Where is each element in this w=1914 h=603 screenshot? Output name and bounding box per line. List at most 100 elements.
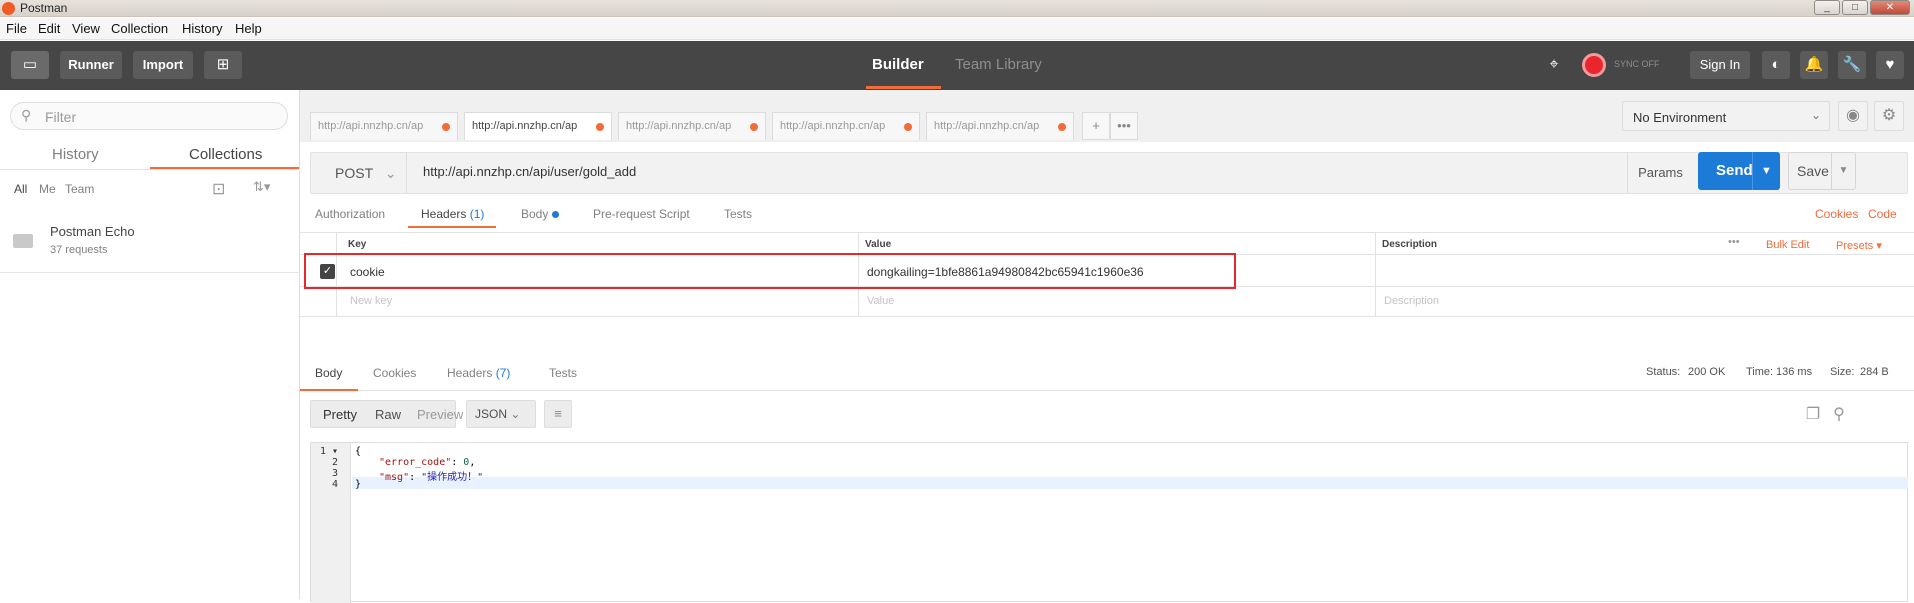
body-underline [300,389,358,391]
line-gutter: 1 ▾ 2 3 4 [311,443,351,603]
tab-authorization[interactable]: Authorization [315,207,385,221]
view-pretty-button[interactable]: Pretty [323,407,357,422]
new-collection-icon[interactable]: ⊡ [212,179,225,199]
filter-input[interactable]: ⚲ Filter [10,102,288,130]
sync-icon[interactable] [1582,53,1606,77]
filter-all[interactable]: All [14,182,27,196]
send-label: Send [1716,162,1753,179]
search-icon[interactable]: ⚲ [1828,404,1850,426]
sidebar-toggle-icon[interactable]: ▭ [11,51,49,79]
response-body-editor[interactable]: 1 ▾ 2 3 4 { "error_code": 0, "msg": "操作成… [310,442,1908,602]
tab-builder[interactable]: Builder [872,56,924,73]
more-tabs-icon[interactable]: ••• [1110,112,1138,140]
request-tab[interactable]: http://api.nnzhp.cn/ap [310,112,458,140]
heart-icon[interactable]: ♥ [1876,51,1904,79]
import-button[interactable]: Import [133,51,193,79]
resp-tab-headers[interactable]: Headers (7) [447,366,510,380]
tab-collections[interactable]: Collections [189,146,262,163]
active-line-highlight [352,477,1908,489]
menu-collection[interactable]: Collection [111,21,168,36]
tab-history[interactable]: History [52,146,99,163]
request-tab[interactable]: http://api.nnzhp.cn/ap [926,112,1074,140]
col-description: Description [1382,239,1437,250]
tab-team-library[interactable]: Team Library [955,56,1042,73]
collection-name[interactable]: Postman Echo [50,224,135,239]
menu-view[interactable]: View [72,21,100,36]
tab-tests[interactable]: Tests [724,207,752,221]
code-string: "操作成功！" [421,472,483,483]
menu-edit[interactable]: Edit [38,21,60,36]
code-text: : [409,472,421,483]
environment-select[interactable]: No Environment ⌄ [1622,101,1830,131]
new-description-input[interactable]: Description [1384,295,1439,307]
menu-history[interactable]: History [182,21,222,36]
filter-me[interactable]: Me [39,182,56,196]
view-raw-button[interactable]: Raw [375,407,401,422]
gear-icon[interactable]: ⚙ [1874,101,1904,131]
cookies-link[interactable]: Cookies [1815,207,1858,221]
new-key-input[interactable]: New key [350,295,392,307]
chevron-down-icon[interactable]: ▼ [1752,152,1780,190]
bulk-edit-link[interactable]: Bulk Edit [1766,239,1809,251]
request-tabs-bar: http://api.nnzhp.cn/ap http://api.nnzhp.… [300,90,1914,142]
presets-link[interactable]: Presets ▾ [1836,239,1882,252]
eye-icon[interactable]: ◉ [1838,101,1868,131]
chevron-down-icon[interactable]: ▼ [1831,153,1855,189]
code-line-3: "msg": "操作成功！" [379,468,483,483]
request-tab-label: http://api.nnzhp.cn/ap [934,120,1039,132]
wrench-icon[interactable]: 🔧 [1838,51,1866,79]
save-label: Save [1797,163,1829,179]
request-tab-active[interactable]: http://api.nnzhp.cn/ap [464,112,612,140]
format-select[interactable]: JSON ⌄ [466,400,536,428]
runner-button[interactable]: Runner [60,51,122,79]
sign-in-button[interactable]: Sign In [1690,51,1750,79]
maximize-button[interactable]: □ [1842,0,1868,15]
method-select[interactable]: POST ⌄ [311,153,407,193]
request-tab[interactable]: http://api.nnzhp.cn/ap [772,112,920,140]
environment-value: No Environment [1633,110,1726,125]
bell-icon[interactable]: 🔔 [1800,51,1828,79]
search-icon: ⚲ [21,107,31,124]
resp-headers-count: (7) [496,366,511,380]
url-input[interactable]: http://api.nnzhp.cn/api/user/gold_add [423,164,636,179]
size-label: Size: [1830,366,1854,378]
new-tab-icon[interactable]: ⊞ [204,51,242,79]
tab-body[interactable]: Body [521,207,559,221]
code-key: "error_code" [379,457,451,468]
copy-icon[interactable]: ❐ [1802,404,1824,426]
divider [0,272,300,273]
interceptor-icon[interactable]: ◐ [1762,51,1790,79]
resp-tab-body[interactable]: Body [315,366,342,380]
add-tab-icon[interactable]: + [1082,112,1110,140]
line-number: 4 [332,479,338,490]
time-value: 136 ms [1776,366,1812,378]
new-value-input[interactable]: Value [867,295,894,307]
wrap-lines-icon[interactable]: ≡ [544,400,572,428]
minimize-button[interactable]: _ [1814,0,1840,15]
tab-headers[interactable]: Headers (1) [421,207,484,221]
status-value: 200 OK [1688,366,1725,378]
sort-icon[interactable]: ⇅▾ [253,179,270,195]
filter-team[interactable]: Team [65,182,94,196]
unsaved-dot [1058,123,1066,131]
menu-file[interactable]: File [6,21,27,36]
more-options-icon[interactable]: ••• [1728,236,1740,248]
code-link[interactable]: Code [1868,207,1897,221]
request-tab[interactable]: http://api.nnzhp.cn/ap [618,112,766,140]
save-button[interactable]: Save▼ [1788,152,1856,190]
app-header: ▭ Runner Import ⊞ Builder Team Library ⌖… [0,41,1914,90]
presets-label: Presets [1836,240,1873,252]
close-window-button[interactable]: ✕ [1870,0,1910,15]
tab-prerequest-script[interactable]: Pre-request Script [593,207,690,221]
code-key: "msg" [379,472,409,483]
col-key: Key [348,239,366,250]
format-value: JSON [475,407,507,421]
view-preview-button[interactable]: Preview [417,407,463,422]
resp-tab-tests[interactable]: Tests [549,366,577,380]
send-button[interactable]: Send▼ [1698,152,1780,190]
params-button[interactable]: Params [1627,153,1693,193]
satellite-icon[interactable]: ⌖ [1540,51,1568,79]
menu-help[interactable]: Help [235,21,262,36]
resp-tab-cookies[interactable]: Cookies [373,366,416,380]
filter-placeholder: Filter [45,109,76,125]
